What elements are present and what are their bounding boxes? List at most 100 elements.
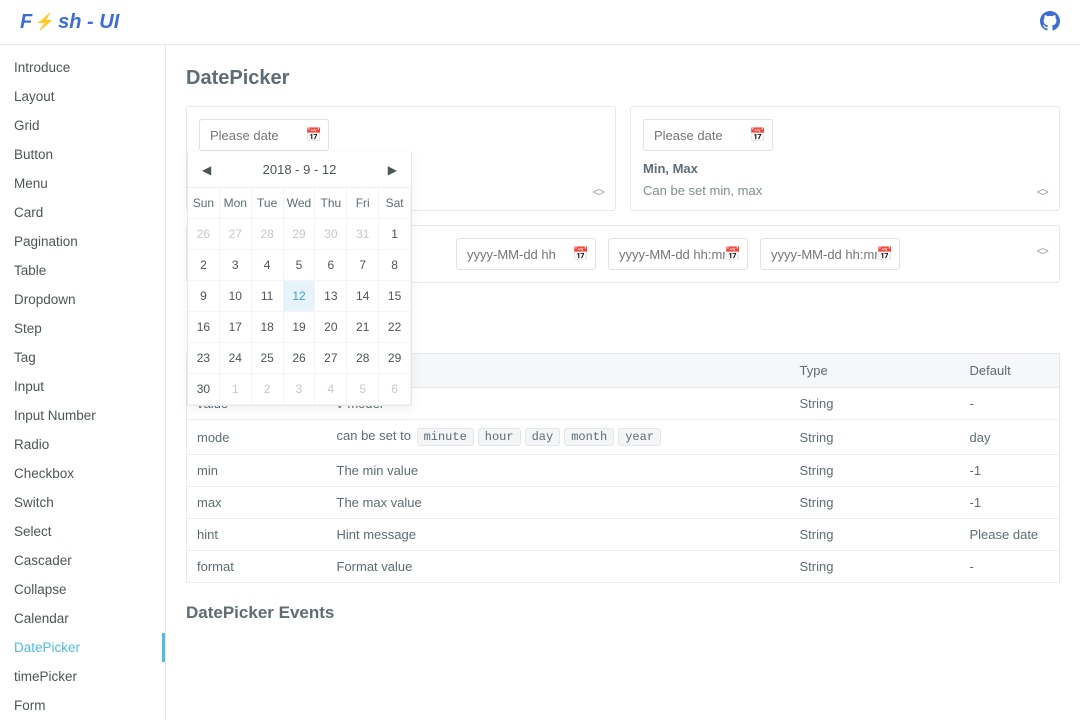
calendar-day[interactable]: 22 — [379, 312, 411, 343]
sidebar-item-step[interactable]: Step — [0, 314, 165, 343]
cell-desc: The max value — [327, 487, 790, 519]
sidebar-item-calendar[interactable]: Calendar — [0, 604, 165, 633]
logo[interactable]: F ⚡ sh - UI — [20, 11, 119, 34]
calendar-day[interactable]: 16 — [188, 312, 220, 343]
sidebar-item-input-number[interactable]: Input Number — [0, 401, 165, 430]
sidebar-item-datepicker[interactable]: DatePicker — [0, 633, 165, 662]
calendar-day[interactable]: 5 — [284, 250, 316, 281]
example-desc: Can be set min, max — [643, 183, 1047, 198]
calendar-day[interactable]: 5 — [347, 374, 379, 405]
calendar-day[interactable]: 2 — [188, 250, 220, 281]
code-toggle[interactable]: <> — [1037, 245, 1047, 263]
calendar-day[interactable]: 28 — [347, 343, 379, 374]
calendar-day[interactable]: 7 — [347, 250, 379, 281]
date-input-field[interactable] — [619, 247, 725, 262]
calendar-day[interactable]: 2 — [252, 374, 284, 405]
calendar-day[interactable]: 24 — [220, 343, 252, 374]
code-toggle[interactable]: <> — [593, 186, 603, 200]
calendar-day[interactable]: 11 — [252, 281, 284, 312]
sidebar-item-card[interactable]: Card — [0, 198, 165, 227]
sidebar-item-radio[interactable]: Radio — [0, 430, 165, 459]
date-input-field[interactable] — [210, 128, 306, 143]
th-type: Type — [790, 354, 960, 388]
sidebar-item-introduce[interactable]: Introduce — [0, 53, 165, 82]
dow-label: Sun — [188, 188, 220, 219]
next-month-button[interactable]: ▶ — [384, 159, 401, 181]
table-row: formatFormat valueString- — [187, 551, 1060, 583]
cell-default: -1 — [960, 455, 1060, 487]
calendar-day[interactable]: 21 — [347, 312, 379, 343]
calendar-day[interactable]: 29 — [379, 343, 411, 374]
calendar-day[interactable]: 23 — [188, 343, 220, 374]
calendar-day[interactable]: 28 — [252, 219, 284, 250]
sidebar-item-tag[interactable]: Tag — [0, 343, 165, 372]
calendar-day[interactable]: 31 — [347, 219, 379, 250]
calendar-day[interactable]: 13 — [315, 281, 347, 312]
calendar-day[interactable]: 1 — [220, 374, 252, 405]
date-input-field[interactable] — [771, 247, 877, 262]
sidebar-item-pagination[interactable]: Pagination — [0, 227, 165, 256]
calendar-day[interactable]: 14 — [347, 281, 379, 312]
calendar-day[interactable]: 18 — [252, 312, 284, 343]
sidebar-item-grid[interactable]: Grid — [0, 111, 165, 140]
cell-default: -1 — [960, 487, 1060, 519]
calendar-day[interactable]: 10 — [220, 281, 252, 312]
calendar-day[interactable]: 27 — [315, 343, 347, 374]
date-input[interactable]: 📅 — [456, 238, 596, 270]
prev-month-button[interactable]: ◀ — [198, 159, 215, 181]
calendar-day[interactable]: 26 — [284, 343, 316, 374]
calendar-day[interactable]: 9 — [188, 281, 220, 312]
calendar-day[interactable]: 4 — [252, 250, 284, 281]
date-input[interactable]: 📅 — [608, 238, 748, 270]
sidebar-item-collapse[interactable]: Collapse — [0, 575, 165, 604]
calendar-day[interactable]: 17 — [220, 312, 252, 343]
calendar-day[interactable]: 6 — [315, 250, 347, 281]
sidebar-item-select[interactable]: Select — [0, 517, 165, 546]
date-input-field[interactable] — [654, 128, 750, 143]
date-input[interactable]: 📅 — [643, 119, 773, 151]
calendar-day[interactable]: 8 — [379, 250, 411, 281]
calendar-day[interactable]: 4 — [315, 374, 347, 405]
sidebar-item-layout[interactable]: Layout — [0, 82, 165, 111]
cell-attr: min — [187, 455, 327, 487]
date-input[interactable]: 📅 — [760, 238, 900, 270]
calendar-day[interactable]: 3 — [220, 250, 252, 281]
calendar-day[interactable]: 26 — [188, 219, 220, 250]
github-icon — [1040, 11, 1060, 31]
sidebar-item-button[interactable]: Button — [0, 140, 165, 169]
calendar-day[interactable]: 3 — [284, 374, 316, 405]
calendar-day[interactable]: 29 — [284, 219, 316, 250]
calendar-day[interactable]: 6 — [379, 374, 411, 405]
cell-desc: Format value — [327, 551, 790, 583]
sidebar: IntroduceLayoutGridButtonMenuCardPaginat… — [0, 45, 166, 720]
page-title: DatePicker — [186, 67, 1060, 90]
sidebar-item-timepicker[interactable]: timePicker — [0, 662, 165, 691]
calendar-day[interactable]: 30 — [188, 374, 220, 405]
dow-label: Sat — [379, 188, 411, 219]
cell-type: String — [790, 551, 960, 583]
calendar-day[interactable]: 1 — [379, 219, 411, 250]
calendar-day[interactable]: 30 — [315, 219, 347, 250]
code-toggle[interactable]: <> — [1037, 186, 1047, 200]
table-row: minThe min valueString-1 — [187, 455, 1060, 487]
calendar-day[interactable]: 19 — [284, 312, 316, 343]
dow-label: Thu — [315, 188, 347, 219]
github-link[interactable] — [1040, 11, 1060, 34]
calendar-icon: 📅 — [573, 246, 589, 262]
date-input-field[interactable] — [467, 247, 573, 262]
sidebar-item-input[interactable]: Input — [0, 372, 165, 401]
sidebar-item-switch[interactable]: Switch — [0, 488, 165, 517]
calendar-day[interactable]: 15 — [379, 281, 411, 312]
sidebar-item-dropdown[interactable]: Dropdown — [0, 285, 165, 314]
calendar-day[interactable]: 25 — [252, 343, 284, 374]
date-input[interactable]: 📅 — [199, 119, 329, 151]
calendar-day[interactable]: 27 — [220, 219, 252, 250]
sidebar-item-form[interactable]: Form — [0, 691, 165, 720]
code-chip: minute — [417, 428, 474, 446]
calendar-day[interactable]: 20 — [315, 312, 347, 343]
sidebar-item-checkbox[interactable]: Checkbox — [0, 459, 165, 488]
sidebar-item-menu[interactable]: Menu — [0, 169, 165, 198]
calendar-day[interactable]: 12 — [284, 281, 316, 312]
sidebar-item-table[interactable]: Table — [0, 256, 165, 285]
sidebar-item-cascader[interactable]: Cascader — [0, 546, 165, 575]
